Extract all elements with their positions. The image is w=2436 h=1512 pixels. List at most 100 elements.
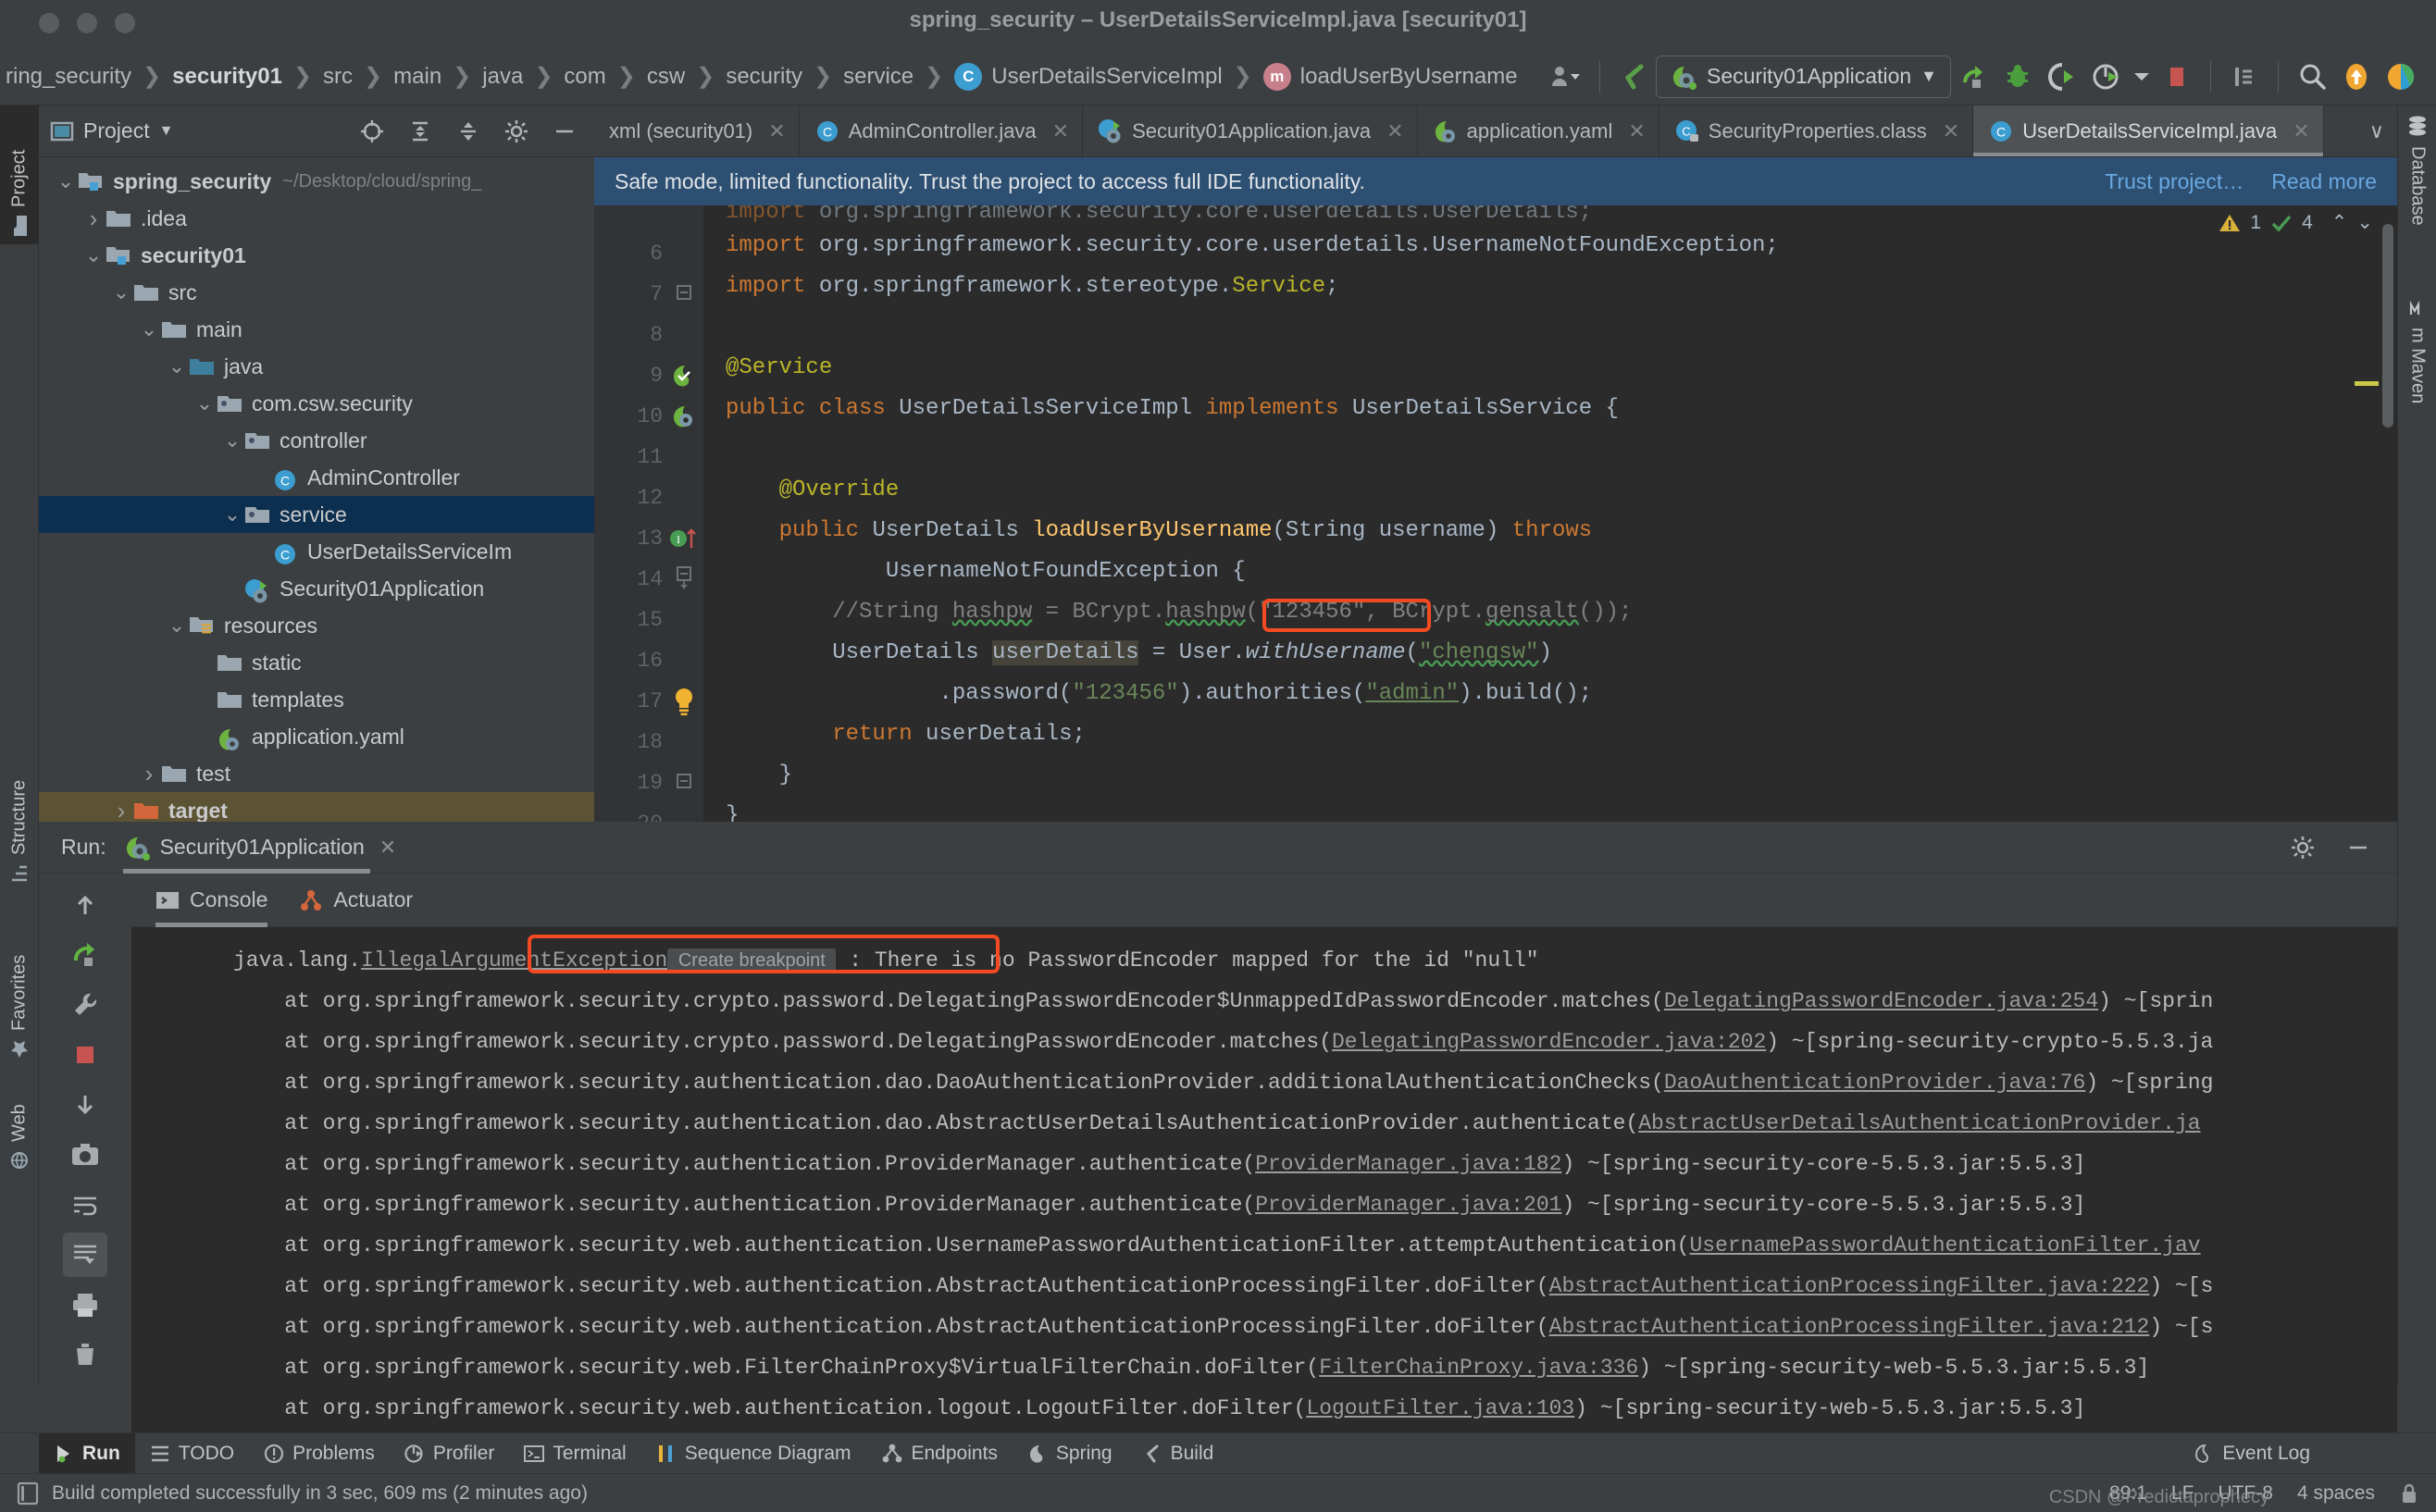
read-more-link[interactable]: Read more	[2271, 169, 2377, 194]
tree-node-main[interactable]: ⌄ main	[39, 311, 594, 348]
stacktrace-source-link[interactable]: DaoAuthenticationProvider.java:76	[1664, 1071, 2085, 1095]
breadcrumb-item-service[interactable]: service	[838, 64, 919, 90]
editor-tab-application-yaml[interactable]: application.yaml ✕	[1418, 105, 1659, 156]
locate-icon[interactable]	[350, 109, 394, 154]
trust-project-link[interactable]: Trust project…	[2105, 169, 2243, 194]
tree-node-src[interactable]: ⌄ src	[39, 274, 594, 311]
stop-icon[interactable]	[63, 1033, 107, 1077]
lock-icon[interactable]	[2399, 1482, 2419, 1505]
fold-start[interactable]	[668, 559, 700, 600]
bottom-tab-build[interactable]: Build	[1127, 1433, 1229, 1474]
tree-node-service[interactable]: ⌄ service	[39, 496, 594, 533]
console-stacktrace-line[interactable]: at org.springframework.security.authenti…	[131, 1144, 2397, 1184]
chevron-down-icon[interactable]	[2129, 55, 2155, 99]
tree-node--idea[interactable]: › .idea	[39, 200, 594, 237]
bottom-tab-endpoints[interactable]: Endpoints	[866, 1433, 1013, 1474]
sidebar-item-maven[interactable]: m Maven	[2398, 291, 2436, 457]
stacktrace-source-link[interactable]: FilterChainProxy.java:336	[1319, 1356, 1638, 1380]
sidebar-item-database[interactable]: Database	[2398, 105, 2436, 281]
stop-icon[interactable]	[2155, 55, 2199, 99]
bottom-tab-problems[interactable]: Problems	[249, 1433, 390, 1474]
debug-icon[interactable]	[1995, 55, 2040, 99]
console-exception-line[interactable]: java.lang.IllegalArgumentException Creat…	[131, 940, 2397, 981]
chevron-down-icon[interactable]: ⌄	[220, 504, 244, 525]
close-tab-icon[interactable]: ✕	[1386, 119, 1403, 143]
tree-node-static[interactable]: static	[39, 644, 594, 681]
breadcrumb-item-src[interactable]: src	[317, 64, 358, 90]
spring-boot-icon[interactable]	[668, 396, 700, 437]
chevron-down-icon[interactable]: ⌄	[81, 245, 106, 266]
run-configuration-selector[interactable]: Security01Application ▼	[1655, 55, 1951, 98]
chevron-right-icon[interactable]: ›	[137, 760, 161, 788]
create-breakpoint-button[interactable]: Create breakpoint	[667, 948, 837, 973]
console-stacktrace-line[interactable]: at org.springframework.security.web.auth…	[131, 1307, 2397, 1347]
tree-node-target[interactable]: › target	[39, 792, 594, 822]
implements-icon[interactable]: I	[668, 518, 700, 559]
bottom-tab-profiler[interactable]: Profiler	[390, 1433, 510, 1474]
close-tab-icon[interactable]: ✕	[768, 119, 785, 143]
tree-node-controller[interactable]: ⌄ controller	[39, 422, 594, 459]
user-dropdown-icon[interactable]	[1544, 55, 1588, 99]
breadcrumb-item-security[interactable]: security	[720, 64, 808, 90]
minimize-button[interactable]	[77, 13, 97, 33]
breadcrumb-item-csw[interactable]: csw	[641, 64, 690, 90]
tree-node-security01[interactable]: ⌄ security01	[39, 237, 594, 274]
settings-gear-icon[interactable]	[494, 109, 539, 154]
close-tab-icon[interactable]: ✕	[1943, 119, 1959, 143]
chevron-down-icon[interactable]: ⌄	[165, 615, 189, 636]
stacktrace-source-link[interactable]: DelegatingPasswordEncoder.java:202	[1332, 1030, 1766, 1054]
close-button[interactable]	[39, 13, 59, 33]
run-icon[interactable]	[1951, 55, 1995, 99]
spring-boot-icon[interactable]	[1611, 55, 1656, 99]
chevron-down-icon[interactable]: ⌄	[2356, 211, 2373, 234]
console-stacktrace-line[interactable]: at org.springframework.security.web.Filt…	[131, 1347, 2397, 1388]
camera-icon[interactable]	[63, 1133, 107, 1177]
tree-node-admincontroller[interactable]: C AdminController	[39, 459, 594, 496]
run-with-coverage-icon[interactable]	[2040, 55, 2084, 99]
console-stacktrace-line[interactable]: at org.springframework.security.web.auth…	[131, 1266, 2397, 1307]
stacktrace-source-link[interactable]: DelegatingPasswordEncoder.java:254	[1664, 989, 2098, 1013]
search-everywhere-icon[interactable]	[2290, 55, 2334, 99]
breadcrumb-item-com[interactable]: com	[558, 64, 611, 90]
chevron-down-icon[interactable]: ▼	[159, 123, 174, 140]
exception-class-link[interactable]: IllegalArgumentException	[361, 948, 667, 973]
tree-node-spring-security[interactable]: ⌄ spring_security ~/Desktop/cloud/spring_	[39, 163, 594, 200]
console-stacktrace-line[interactable]: at org.springframework.security.authenti…	[131, 1062, 2397, 1103]
console-stacktrace-line[interactable]: at org.springframework.security.web.auth…	[131, 1225, 2397, 1266]
fold-end[interactable]	[668, 762, 700, 803]
editor-tab-admincontroller-java[interactable]: C AdminController.java ✕	[800, 105, 1084, 156]
wrench-icon[interactable]	[63, 983, 107, 1027]
stacktrace-source-link[interactable]: ProviderManager.java:201	[1255, 1193, 1561, 1217]
breadcrumb-item-security01[interactable]: security01	[167, 64, 288, 90]
chevron-down-icon[interactable]: ⌄	[220, 430, 244, 451]
event-log-button[interactable]: Event Log	[2179, 1433, 2325, 1474]
indent-setting[interactable]: 4 spaces	[2297, 1482, 2375, 1505]
close-tab-icon[interactable]: ✕	[1052, 119, 1069, 143]
breadcrumb-item-ring_security[interactable]: ring_security	[0, 64, 137, 90]
breadcrumb-item-java[interactable]: java	[477, 64, 528, 90]
tree-node-application-yaml[interactable]: application.yaml	[39, 718, 594, 755]
chevron-right-icon[interactable]: ›	[109, 797, 133, 823]
up-arrow-icon[interactable]	[63, 883, 107, 927]
minimize-icon[interactable]	[2336, 825, 2380, 870]
chevron-right-icon[interactable]: ›	[81, 204, 106, 233]
rerun-icon[interactable]	[63, 933, 107, 977]
console-stacktrace-line[interactable]: at org.springframework.security.web.auth…	[131, 1388, 2397, 1429]
bottom-tab-todo[interactable]: TODO	[135, 1433, 249, 1474]
editor-gutter[interactable]: 6 7 8 9 10 11 12 13 I 14 15 16 17 18 19 20	[594, 205, 703, 822]
sidebar-item-favorites[interactable]: Favorites	[0, 901, 39, 1068]
chevron-down-icon[interactable]: ⌄	[165, 356, 189, 377]
stacktrace-source-link[interactable]: UsernamePasswordAuthenticationFilter.jav	[1689, 1233, 2200, 1258]
console-stacktrace-line[interactable]: at org.springframework.security.crypto.p…	[131, 981, 2397, 1022]
inspection-widget[interactable]: 1 4 ⌃ ⌄	[2218, 211, 2373, 234]
close-tab-icon[interactable]: ✕	[2293, 119, 2309, 143]
code-editor[interactable]: 678910111213I14151617181920 import org.s…	[594, 205, 2397, 822]
editor-tab-userdetailsserviceimpl-java[interactable]: C UserDetailsServiceImpl.java ✕	[1973, 105, 2324, 156]
chevron-up-icon[interactable]: ⌃	[2322, 211, 2348, 234]
close-tab-icon[interactable]: ✕	[1628, 119, 1645, 143]
close-icon[interactable]: ✕	[379, 836, 396, 860]
chevron-down-icon[interactable]: ⌄	[193, 393, 217, 414]
down-arrow-icon[interactable]	[63, 1083, 107, 1127]
editor-tab-security01application-java[interactable]: Security01Application.java ✕	[1083, 105, 1418, 156]
tree-node-test[interactable]: › test	[39, 755, 594, 792]
